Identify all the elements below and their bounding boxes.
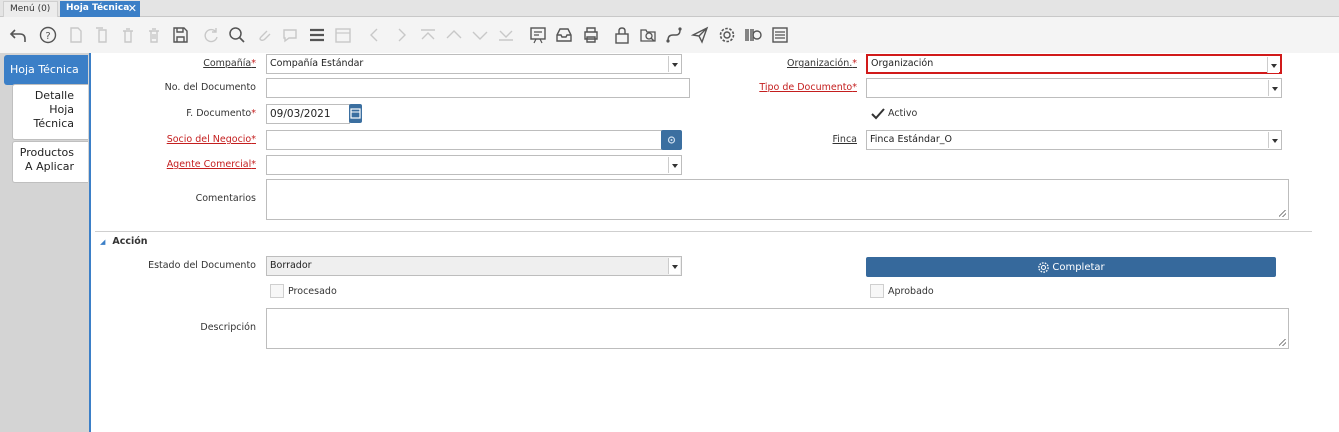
chevron-down-icon[interactable] (668, 56, 680, 72)
delete-icon[interactable] (116, 23, 140, 47)
section-divider (95, 231, 1312, 232)
product-info-icon[interactable] (741, 23, 765, 47)
lock-icon[interactable] (610, 23, 634, 47)
tab-hoja-tecnica-label: Hoja Técnica (66, 3, 130, 13)
left-tab-productos-a-aplicar[interactable]: Productos A Aplicar (12, 141, 88, 183)
accion-section-header[interactable]: ◢ Acción (100, 236, 148, 247)
archive-icon[interactable] (552, 23, 576, 47)
resize-grip-icon[interactable] (1279, 210, 1286, 217)
left-tab-panel: Hoja Técnica Detalle Hoja Técnica Produc… (0, 53, 91, 432)
agente-comercial-field[interactable] (266, 155, 682, 175)
attachment-icon[interactable] (252, 23, 276, 47)
finca-field[interactable]: Finca Estándar_O (866, 130, 1282, 150)
comentarios-label: Comentarios (195, 193, 256, 204)
down-icon[interactable] (468, 23, 492, 47)
estado-documento-value: Borrador (270, 260, 312, 271)
close-icon[interactable]: ✕ (128, 1, 137, 16)
search-icon[interactable] (225, 23, 249, 47)
organizacion-label: Organización.* (786, 58, 857, 69)
copy-icon[interactable] (90, 23, 114, 47)
calendar-icon[interactable] (331, 23, 355, 47)
chevron-down-icon[interactable] (1268, 80, 1280, 96)
first-icon[interactable] (416, 23, 440, 47)
socio-negocio-field[interactable] (266, 130, 662, 150)
zoom-across-icon[interactable] (636, 23, 660, 47)
gear-icon (1038, 261, 1050, 273)
f-documento-label: F. Documento* (186, 108, 256, 119)
f-documento-field[interactable]: 09/03/2021 (266, 104, 350, 124)
organizacion-value: Organización (871, 58, 934, 69)
send-icon[interactable] (688, 23, 712, 47)
descripcion-label: Descripción (200, 322, 256, 333)
procesado-checkbox[interactable] (270, 284, 284, 298)
chevron-down-icon[interactable] (1268, 132, 1280, 148)
new-icon[interactable] (64, 23, 88, 47)
chevron-down-icon[interactable] (668, 258, 680, 274)
previous-icon[interactable] (363, 23, 387, 47)
last-icon[interactable] (494, 23, 518, 47)
tipo-documento-label: Tipo de Documento* (759, 82, 857, 93)
aprobado-checkbox[interactable] (870, 284, 884, 298)
organizacion-field[interactable]: Organización (866, 54, 1282, 74)
save-icon[interactable] (168, 23, 192, 47)
tipo-documento-field[interactable] (866, 78, 1282, 98)
activo-label: Activo (888, 108, 918, 119)
up-icon[interactable] (442, 23, 466, 47)
left-tab-detalle-hoja-tecnica[interactable]: Detalle Hoja Técnica (12, 84, 88, 140)
report-icon[interactable] (526, 23, 550, 47)
form-icon[interactable] (768, 23, 792, 47)
estado-documento-label: Estado del Documento (148, 260, 256, 271)
undo-icon[interactable] (6, 23, 30, 47)
resize-grip-icon[interactable] (1279, 339, 1286, 346)
help-icon[interactable]: ? (36, 23, 60, 47)
aprobado-label: Aprobado (888, 286, 934, 297)
activo-checkbox[interactable] (870, 106, 885, 120)
compania-field[interactable]: Compañía Estándar (266, 54, 682, 74)
delete-multiple-icon[interactable] (142, 23, 166, 47)
no-documento-label: No. del Documento (164, 82, 256, 93)
finca-value: Finca Estándar_O (870, 134, 953, 145)
comentarios-textarea[interactable] (266, 179, 1289, 220)
workflow-icon[interactable] (662, 23, 686, 47)
compania-value: Compañía Estándar (270, 58, 364, 69)
process-icon[interactable] (715, 23, 739, 47)
tab-hoja-tecnica[interactable]: Hoja Técnica ✕ (60, 1, 140, 17)
chevron-down-icon[interactable] (668, 157, 680, 173)
grid-toggle-icon[interactable] (305, 23, 329, 47)
next-icon[interactable] (389, 23, 413, 47)
calendar-icon[interactable] (349, 104, 362, 123)
toolbar: ? (0, 17, 1339, 53)
chevron-down-icon[interactable] (1267, 57, 1279, 73)
refresh-icon[interactable] (199, 23, 223, 47)
left-tab-hoja-tecnica[interactable]: Hoja Técnica (4, 55, 88, 85)
compania-label: Compañía* (203, 58, 256, 69)
tab-menu[interactable]: Menú (0) (3, 1, 58, 17)
collapse-triangle-icon[interactable]: ◢ (100, 238, 105, 246)
print-icon[interactable] (579, 23, 603, 47)
agente-comercial-label: Agente Comercial* (166, 159, 256, 170)
no-documento-field[interactable] (266, 78, 690, 98)
chat-icon[interactable] (278, 23, 302, 47)
window-tab-strip: Menú (0) Hoja Técnica ✕ (0, 0, 1339, 17)
socio-search-button[interactable] (661, 130, 682, 150)
completar-label: Completar (1052, 261, 1105, 273)
descripcion-textarea[interactable] (266, 308, 1289, 349)
svg-text:?: ? (45, 31, 50, 42)
tab-panel-border (89, 53, 91, 432)
procesado-label: Procesado (288, 286, 337, 297)
finca-label: Finca (832, 134, 857, 145)
completar-button[interactable]: Completar (866, 257, 1276, 277)
socio-negocio-label: Socio del Negocio* (166, 134, 256, 145)
estado-documento-field[interactable]: Borrador (266, 256, 682, 276)
